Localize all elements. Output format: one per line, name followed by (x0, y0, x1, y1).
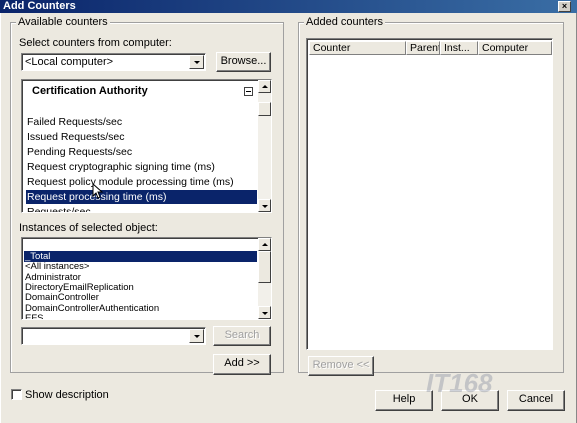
title-bar: Add Counters × (0, 0, 577, 13)
add-button[interactable]: Add >> (213, 354, 271, 375)
available-counters-legend: Available counters (16, 16, 110, 29)
instance-item[interactable]: EFS (24, 313, 257, 319)
instances-label: Instances of selected object: (19, 222, 158, 234)
column-parent[interactable]: Parent (406, 41, 440, 55)
counter-item[interactable]: Request processing time (ms) (26, 190, 257, 204)
add-counters-dialog: Available counters Select counters from … (0, 13, 577, 423)
column-instance[interactable]: Inst... (440, 41, 478, 55)
counter-item[interactable]: Issued Requests/sec (26, 130, 257, 144)
computer-dropdown[interactable]: <Local computer> (21, 53, 206, 71)
counter-item[interactable]: Request policy module processing time (m… (26, 175, 257, 189)
computer-select-label: Select counters from computer: (19, 37, 172, 49)
counters-list[interactable]: Certification Authority Failed Requests/… (21, 79, 272, 213)
close-icon: × (561, 1, 568, 11)
computer-dropdown-value: <Local computer> (25, 56, 114, 68)
cancel-button[interactable]: Cancel (507, 390, 565, 411)
show-description-checkbox[interactable] (11, 389, 22, 400)
instances-scrollbar[interactable] (258, 238, 271, 319)
added-counters-header: Counter Parent Inst... Computer (309, 41, 552, 55)
category-name: Certification Authority (32, 85, 148, 97)
chevron-down-icon[interactable] (189, 329, 204, 343)
counter-item[interactable]: Requests/sec (26, 205, 257, 212)
arrow-down-icon[interactable] (258, 306, 271, 319)
column-computer[interactable]: Computer (478, 41, 552, 55)
added-counters-legend: Added counters (304, 16, 386, 29)
counter-item[interactable]: Failed Requests/sec (26, 115, 257, 129)
category-header[interactable]: Certification Authority (26, 83, 257, 100)
arrow-up-icon[interactable] (258, 80, 271, 93)
arrow-down-icon[interactable] (258, 199, 271, 212)
close-button[interactable]: × (558, 1, 571, 12)
window-title: Add Counters (3, 0, 76, 12)
scrollbar-thumb[interactable] (258, 251, 271, 283)
arrow-up-icon[interactable] (258, 238, 271, 251)
browse-button[interactable]: Browse... (216, 52, 271, 72)
chevron-down-icon[interactable] (189, 55, 204, 69)
counters-scrollbar[interactable] (258, 80, 271, 212)
show-description-label[interactable]: Show description (25, 389, 109, 402)
search-button[interactable]: Search (213, 326, 271, 346)
remove-button[interactable]: Remove << (308, 356, 374, 376)
scrollbar-thumb[interactable] (258, 102, 271, 116)
counter-item[interactable]: Request cryptographic signing time (ms) (26, 160, 257, 174)
help-button[interactable]: Help (375, 390, 433, 411)
mouse-pointer-icon (92, 183, 104, 199)
collapse-icon[interactable] (244, 87, 253, 96)
counter-item[interactable]: Pending Requests/sec (26, 145, 257, 159)
column-counter[interactable]: Counter (309, 41, 406, 55)
added-counters-list[interactable]: Counter Parent Inst... Computer (306, 38, 553, 350)
search-dropdown[interactable] (21, 327, 206, 345)
instances-list[interactable]: _Total <All instances> Administrator Direct… (21, 237, 272, 320)
watermark-logo: IT168 (426, 368, 493, 398)
